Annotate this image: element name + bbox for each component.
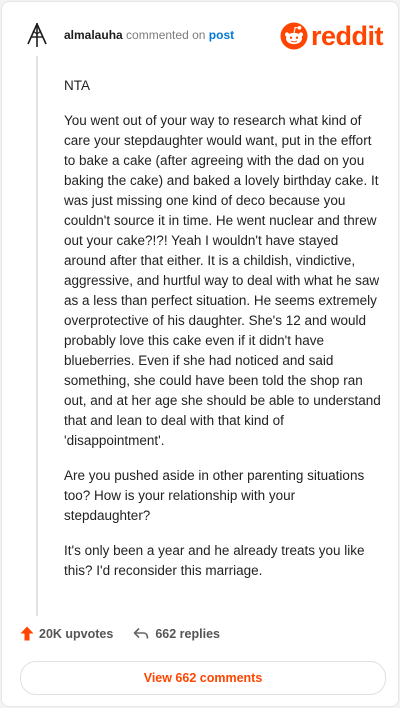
comment-paragraph: It's only been a year and he already tre… — [64, 543, 365, 578]
username-link[interactable]: almalauha — [64, 28, 123, 42]
reply-button[interactable]: 662 replies — [133, 627, 220, 641]
upvote-count: 20K upvotes — [39, 626, 114, 641]
view-comments-button[interactable]: View 662 comments — [20, 661, 386, 695]
upvote-arrow-icon — [20, 626, 34, 641]
comment-paragraph: NTA — [64, 78, 90, 93]
reddit-wordmark: reddit — [311, 21, 384, 51]
comment-paragraph: You went out of your way to research wha… — [64, 113, 381, 448]
reddit-snoo-icon — [280, 22, 308, 50]
reply-count: 662 replies — [155, 626, 220, 641]
commented-on-text: commented on — [126, 28, 206, 42]
comment-body: NTA You went out of your way to research… — [64, 76, 382, 596]
comment-card: almalauha commented on post reddit NTA Y… — [1, 1, 399, 707]
comment-paragraph: Are you pushed aside in other parenting … — [64, 468, 365, 523]
comment-actions: 20K upvotes 662 replies — [20, 626, 220, 641]
upvote-button[interactable]: 20K upvotes — [20, 626, 113, 641]
reddit-logo[interactable]: reddit — [280, 20, 384, 52]
post-link[interactable]: post — [209, 28, 234, 42]
thread-line — [36, 56, 38, 616]
avatar-icon[interactable] — [22, 20, 52, 50]
comment-header: almalauha commented on post — [64, 27, 234, 43]
reply-arrow-icon — [134, 627, 149, 639]
